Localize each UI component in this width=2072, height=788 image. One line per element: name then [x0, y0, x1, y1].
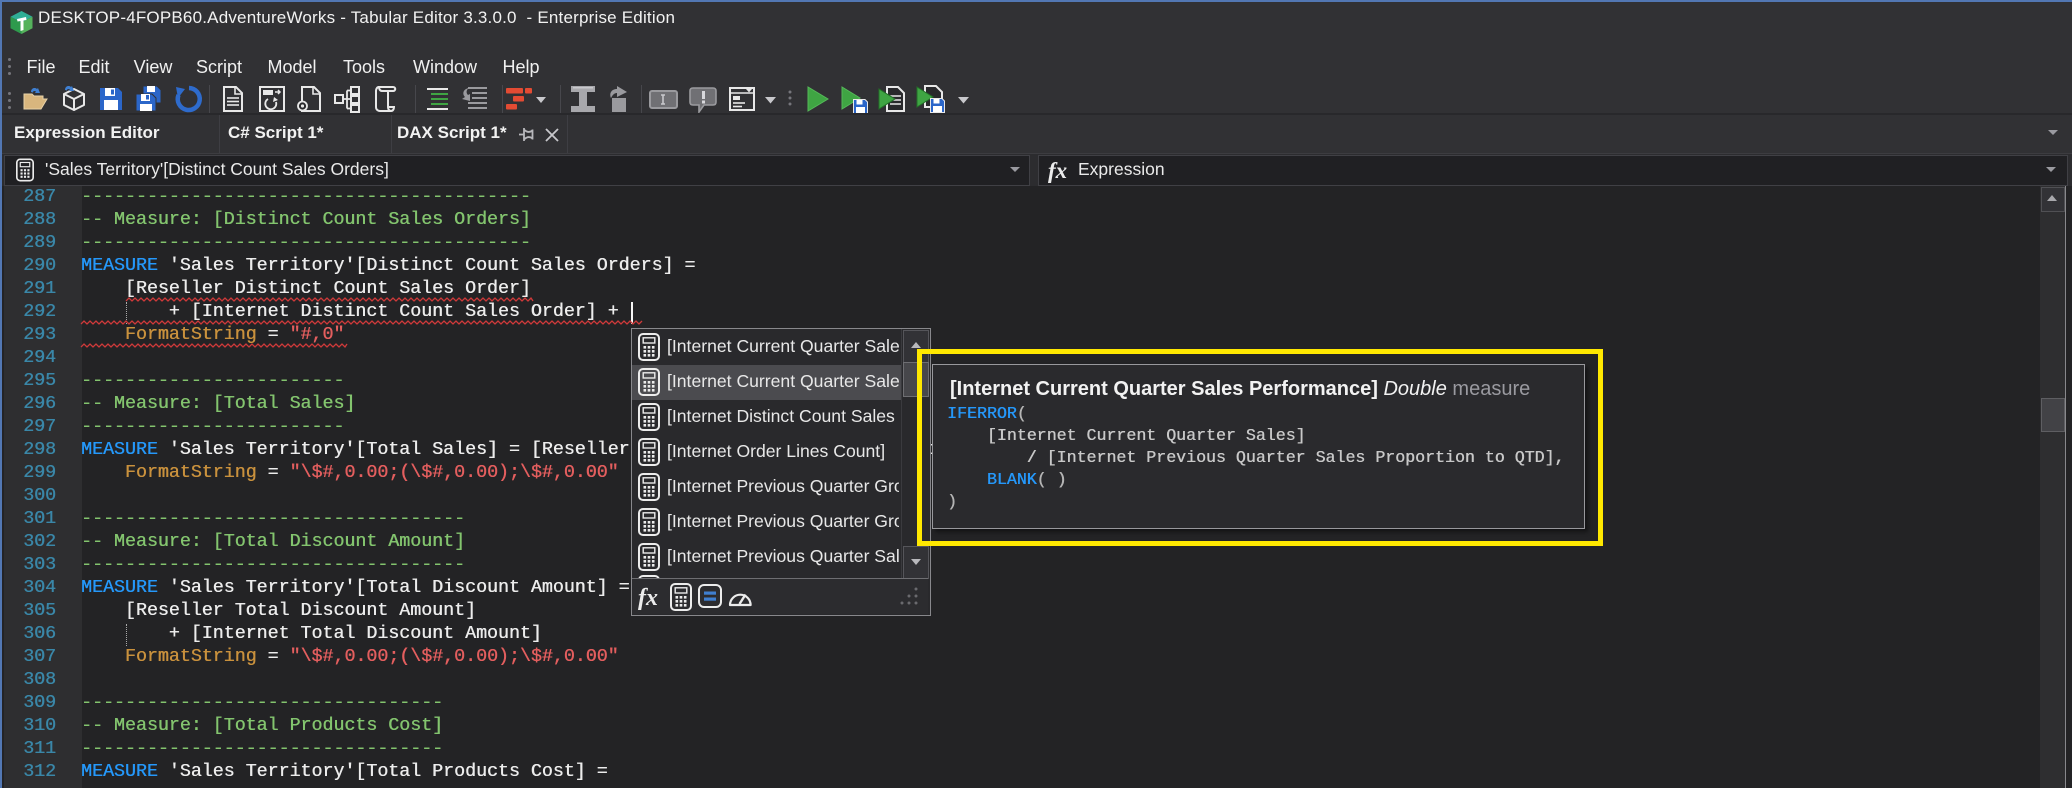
svg-text:fx: fx: [1048, 158, 1067, 183]
svg-text:fx: fx: [638, 585, 658, 611]
